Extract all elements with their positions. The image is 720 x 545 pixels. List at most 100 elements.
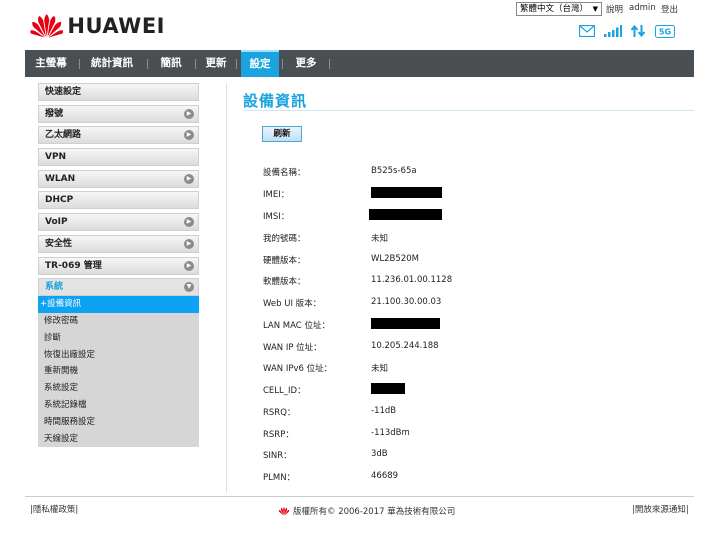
huawei-flower-icon [278, 506, 290, 515]
open-source-notice-label: 開放來源通知 [634, 505, 686, 515]
sidebar-subitem-device-info[interactable]: +設備資訊 [38, 296, 199, 313]
info-label-wan-ipv6: WAN IPv6 位址： [263, 364, 333, 374]
sidebar-item-label: DHCP [45, 195, 74, 206]
nav-sms[interactable]: 簡訊 [151, 50, 191, 77]
sidebar-item-label: 快速設定 [45, 87, 82, 97]
info-label-cell-id: CELL_ID： [263, 386, 306, 396]
data-transfer-icon [630, 24, 646, 40]
nav-separator [147, 59, 148, 69]
nav-separator [282, 59, 283, 69]
sidebar-item-label: WLAN [45, 173, 76, 184]
sidebar-item-quick-setup[interactable]: 快速設定 [38, 83, 199, 101]
info-label-imsi: IMSI： [263, 212, 290, 222]
sidebar: 快速設定 撥號 ▶ 乙太網路 ▶ VPN WLAN ▶ DHCP VoIP ▶ 安全性 ▶… [38, 83, 199, 448]
nav-update[interactable]: 更新 [199, 50, 233, 77]
info-label-lan-mac: LAN MAC 位址： [263, 321, 330, 331]
title-underline [243, 110, 694, 111]
huawei-flower-icon [30, 14, 63, 38]
sidebar-item-label: 撥號 [45, 108, 64, 119]
redacted-imei [371, 187, 442, 198]
chevron-right-icon: ▶ [184, 217, 194, 228]
sidebar-subitem-system-log[interactable]: 系統記錄檔 [38, 397, 199, 414]
language-select-value: 繁體中文（台灣） [520, 4, 589, 14]
network-type-icon: 5G [655, 25, 675, 41]
redacted-imsi [369, 209, 442, 220]
info-label-wan-ip: WAN IP 位址： [263, 343, 322, 353]
sidebar-item-label: TR-069 管理 [45, 260, 102, 271]
sidebar-item-dial-up[interactable]: 撥號 ▶ [38, 104, 199, 123]
sidebar-item-system[interactable]: 系統 ▼ [38, 278, 199, 297]
info-value-webui-version: 21.100.30.00.03 [371, 297, 442, 307]
refresh-button[interactable]: 刷新 [262, 126, 302, 142]
sidebar-subitem-time-settings[interactable]: 時間服務設定 [38, 414, 199, 431]
sidebar-item-wlan[interactable]: WLAN ▶ [38, 169, 199, 188]
sidebar-subitem-change-password[interactable]: 修改密碼 [38, 313, 199, 330]
info-label-sinr: SINR： [263, 451, 292, 461]
privacy-policy-label: 隱私權政策 [32, 505, 76, 515]
network-type-label: 5G [659, 28, 671, 37]
info-value-sinr: 3dB [371, 449, 388, 459]
open-source-notice-link[interactable]: |開放來源通知| [632, 503, 689, 515]
redacted-lan-mac [371, 318, 440, 329]
redacted-cell-id [371, 383, 405, 394]
sidebar-item-label: VoIP [45, 217, 68, 228]
info-label-plmn: PLMN： [263, 473, 296, 483]
nav-separator [236, 59, 237, 69]
dropdown-arrow-icon: ▼ [592, 5, 598, 13]
sidebar-item-tr069[interactable]: TR-069 管理 ▶ [38, 256, 199, 275]
nav-statistics[interactable]: 統計資訊 [81, 50, 143, 77]
info-label-rsrp: RSRP： [263, 430, 294, 440]
info-label-hardware-version: 硬體版本： [263, 256, 306, 266]
sidebar-subitem-diagnosis[interactable]: 診斷 [38, 330, 199, 347]
language-select[interactable]: 繁體中文（台灣） ▼ [516, 2, 602, 16]
info-value-my-number: 未知 [371, 234, 389, 244]
nav-home[interactable]: 主螢幕 [25, 50, 77, 77]
privacy-policy-link[interactable]: |隱私權政策| [30, 503, 78, 515]
sidebar-item-dhcp[interactable]: DHCP [38, 191, 199, 210]
page-title: 設備資訊 [243, 92, 308, 110]
nav-separator [79, 59, 80, 69]
chevron-down-icon: ▼ [184, 282, 194, 293]
info-label-device-name: 設備名稱： [263, 168, 306, 178]
info-value-plmn: 46689 [371, 471, 399, 481]
copyright: 版權所有© 2006-2017 華為技術有限公司 [278, 505, 455, 517]
help-link[interactable]: 說明 [606, 3, 623, 15]
chevron-right-icon: ▶ [184, 238, 194, 249]
info-value-hardware-version: WL2B520M [371, 254, 419, 264]
footer-divider [25, 496, 694, 497]
sidebar-subitem-system-settings[interactable]: 系統設定 [38, 380, 199, 397]
info-label-software-version: 軟體版本： [263, 277, 306, 287]
info-label-webui-version: Web UI 版本： [263, 299, 322, 309]
logout-link[interactable]: 登出 [661, 3, 678, 15]
sidebar-subitem-reboot[interactable]: 重新開機 [38, 363, 199, 380]
sidebar-item-vpn[interactable]: VPN [38, 148, 199, 167]
sidebar-item-ethernet[interactable]: 乙太網路 ▶ [38, 126, 199, 145]
info-value-software-version: 11.236.01.00.1128 [371, 275, 453, 285]
info-label-rsrq: RSRQ： [263, 408, 296, 418]
copyright-text: 版權所有© 2006-2017 華為技術有限公司 [293, 507, 456, 517]
sidebar-subitem-antenna-settings[interactable]: 天線設定 [38, 431, 199, 448]
nav-more[interactable]: 更多 [287, 50, 325, 77]
chevron-right-icon: ▶ [184, 260, 194, 271]
chevron-right-icon: ▶ [184, 130, 194, 141]
huawei-logo: HUAWEI [30, 10, 165, 42]
sidebar-item-label: 系統 [45, 282, 64, 293]
nav-settings[interactable]: 設定 [241, 50, 279, 77]
main-nav: 主螢幕 統計資訊 簡訊 更新 設定 更多 [25, 50, 694, 77]
brand-name: HUAWEI [67, 14, 165, 38]
info-value-wan-ip: 10.205.244.188 [371, 341, 439, 351]
mail-icon[interactable] [578, 24, 596, 40]
sidebar-subitem-factory-reset[interactable]: 恢復出廠設定 [38, 347, 199, 364]
nav-separator [329, 59, 330, 69]
info-value-device-name: B525s-65a [371, 166, 417, 176]
sidebar-item-label: 乙太網路 [45, 130, 82, 141]
sidebar-item-label: VPN [45, 152, 67, 163]
sidebar-item-security[interactable]: 安全性 ▶ [38, 234, 199, 253]
sidebar-item-voip[interactable]: VoIP ▶ [38, 213, 199, 232]
info-value-wan-ipv6: 未知 [371, 364, 389, 374]
status-icons: 5G [578, 24, 679, 41]
info-label-imei: IMEI： [263, 190, 290, 200]
signal-strength-icon [604, 25, 622, 40]
chevron-right-icon: ▶ [184, 173, 194, 184]
nav-separator [195, 59, 196, 69]
